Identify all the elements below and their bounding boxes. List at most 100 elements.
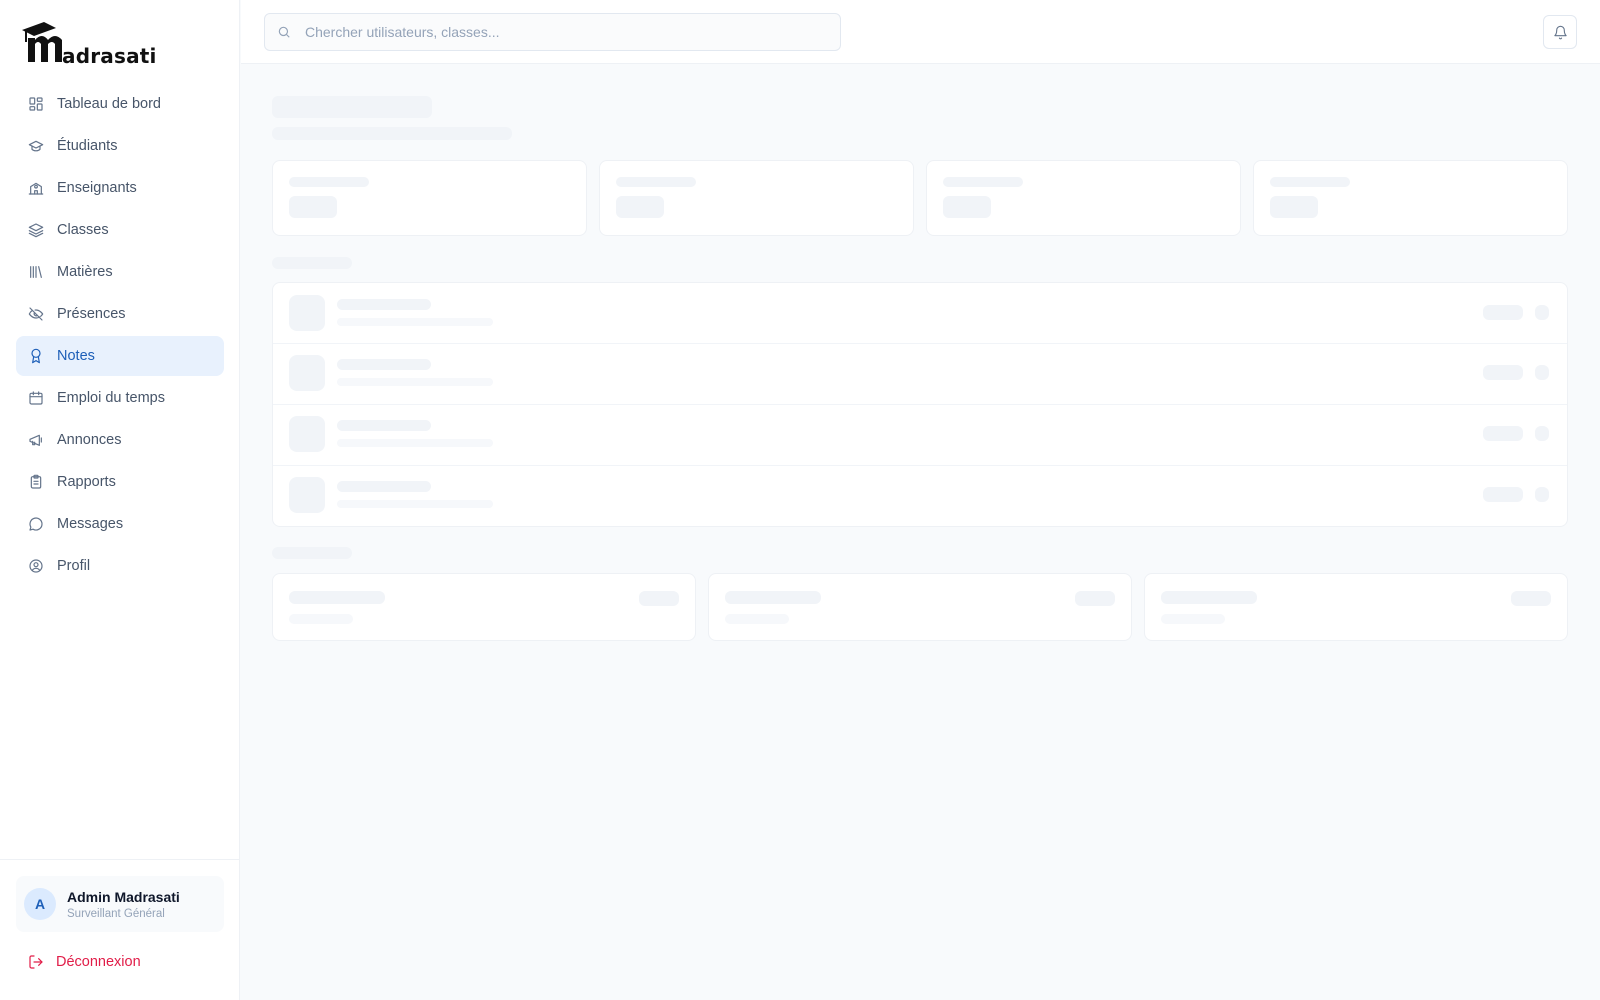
skeleton-line <box>289 591 385 604</box>
skeleton-action <box>1535 305 1549 320</box>
skeleton-section-title <box>272 257 352 269</box>
sidebar-item-annonces[interactable]: Annonces <box>16 420 224 460</box>
skeleton-line <box>289 177 369 187</box>
skeleton-line <box>943 177 1023 187</box>
eye-off-icon <box>28 306 44 322</box>
graduation-cap-icon <box>28 138 44 154</box>
skeleton-line <box>1161 591 1257 604</box>
sidebar-divider <box>0 859 240 860</box>
sidebar-item-emploi-du-temps[interactable]: Emploi du temps <box>16 378 224 418</box>
skeleton-row-divider <box>273 404 1567 405</box>
sidebar-item-label: Classes <box>57 222 109 238</box>
skeleton-action <box>1535 487 1549 502</box>
skeleton-line <box>337 378 493 386</box>
sidebar-item-label: Matières <box>57 264 113 280</box>
sidebar-item-label: Présences <box>57 306 126 322</box>
skeleton-line <box>289 614 353 624</box>
sidebar-item-label: Enseignants <box>57 180 137 196</box>
brand-logo[interactable]: adrasati <box>20 18 160 68</box>
user-name: Admin Madrasati <box>67 888 180 905</box>
sidebar-item-classes[interactable]: Classes <box>16 210 224 250</box>
skeleton-line <box>337 318 493 326</box>
skeleton-line <box>616 177 696 187</box>
skeleton-value <box>616 196 664 218</box>
skeleton-action <box>1535 426 1549 441</box>
skeleton-avatar <box>289 416 325 452</box>
skeleton-stat-card <box>599 160 914 236</box>
skeleton-line <box>1270 177 1350 187</box>
logo-wordmark: adrasati <box>62 44 157 68</box>
avatar: A <box>24 888 56 920</box>
skeleton-value <box>1270 196 1318 218</box>
skeleton-line <box>337 420 431 431</box>
search-bar[interactable] <box>264 13 841 51</box>
skeleton-stat-card <box>1253 160 1568 236</box>
sidebar-item-label: Emploi du temps <box>57 390 165 406</box>
user-info: Admin Madrasati Surveillant Général <box>67 889 180 920</box>
search-icon <box>278 26 290 38</box>
skeleton-avatar <box>289 477 325 513</box>
sidebar-item-presences[interactable]: Présences <box>16 294 224 334</box>
skeleton-action <box>1535 365 1549 380</box>
clipboard-icon <box>28 474 44 490</box>
sidebar-item-profil[interactable]: Profil <box>16 546 224 586</box>
user-circle-icon <box>28 558 44 574</box>
skeleton-row-divider <box>273 343 1567 344</box>
sidebar-item-label: Profil <box>57 558 91 574</box>
logout-label: Déconnexion <box>56 954 141 970</box>
skeleton-line <box>337 481 431 492</box>
top-header <box>241 0 1600 64</box>
sidebar-nav: Tableau de bord Étudiants Enseignants Cl… <box>16 84 224 588</box>
skeleton-line <box>337 359 431 370</box>
skeleton-line <box>725 614 789 624</box>
skeleton-stat-card <box>272 160 587 236</box>
skeleton-badge <box>1483 487 1523 502</box>
skeleton-stat-card <box>926 160 1241 236</box>
skeleton-badge <box>1483 305 1523 320</box>
calendar-icon <box>28 390 44 406</box>
search-input[interactable] <box>305 24 805 40</box>
sidebar-item-label: Notes <box>57 348 95 364</box>
library-icon <box>28 264 44 280</box>
skeleton-avatar <box>289 355 325 391</box>
skeleton-badge <box>639 591 679 606</box>
skeleton-line <box>337 439 493 447</box>
sidebar-item-label: Messages <box>57 516 124 532</box>
sidebar-item-tableau-de-bord[interactable]: Tableau de bord <box>16 84 224 124</box>
user-role: Surveillant Général <box>67 907 165 920</box>
sidebar-item-etudiants[interactable]: Étudiants <box>16 126 224 166</box>
graduation-cap-logo-icon <box>22 22 62 62</box>
message-icon <box>28 516 44 532</box>
skeleton-row-divider <box>273 465 1567 466</box>
sidebar-item-notes[interactable]: Notes <box>16 336 224 376</box>
sidebar-item-enseignants[interactable]: Enseignants <box>16 168 224 208</box>
skeleton-section-title <box>272 547 352 559</box>
skeleton-list-card <box>272 282 1568 527</box>
sidebar-item-label: Tableau de bord <box>57 96 161 112</box>
bell-icon <box>1553 25 1567 39</box>
dashboard-icon <box>28 96 44 112</box>
skeleton-summary-card <box>272 573 696 641</box>
skeleton-line <box>337 299 431 310</box>
user-card[interactable]: A Admin Madrasati Surveillant Général <box>16 876 224 932</box>
sidebar-item-matieres[interactable]: Matières <box>16 252 224 292</box>
skeleton-badge <box>1075 591 1115 606</box>
skeleton-summary-card <box>1144 573 1568 641</box>
skeleton-summary-card <box>708 573 1132 641</box>
school-icon <box>28 180 44 196</box>
notifications-button[interactable] <box>1543 15 1577 49</box>
layers-icon <box>28 222 44 238</box>
sidebar-item-label: Rapports <box>57 474 116 490</box>
sidebar-item-rapports[interactable]: Rapports <box>16 462 224 502</box>
logout-button[interactable]: Déconnexion <box>28 954 141 970</box>
award-icon <box>28 348 44 364</box>
skeleton-badge <box>1483 365 1523 380</box>
skeleton-value <box>289 196 337 218</box>
skeleton-line <box>1161 614 1225 624</box>
sidebar-item-label: Annonces <box>57 432 122 448</box>
skeleton-badge <box>1483 426 1523 441</box>
sidebar: adrasati Tableau de bord Étudiants Ensei… <box>0 0 240 1000</box>
sidebar-item-messages[interactable]: Messages <box>16 504 224 544</box>
skeleton-badge <box>1511 591 1551 606</box>
skeleton-page-title <box>272 96 432 118</box>
